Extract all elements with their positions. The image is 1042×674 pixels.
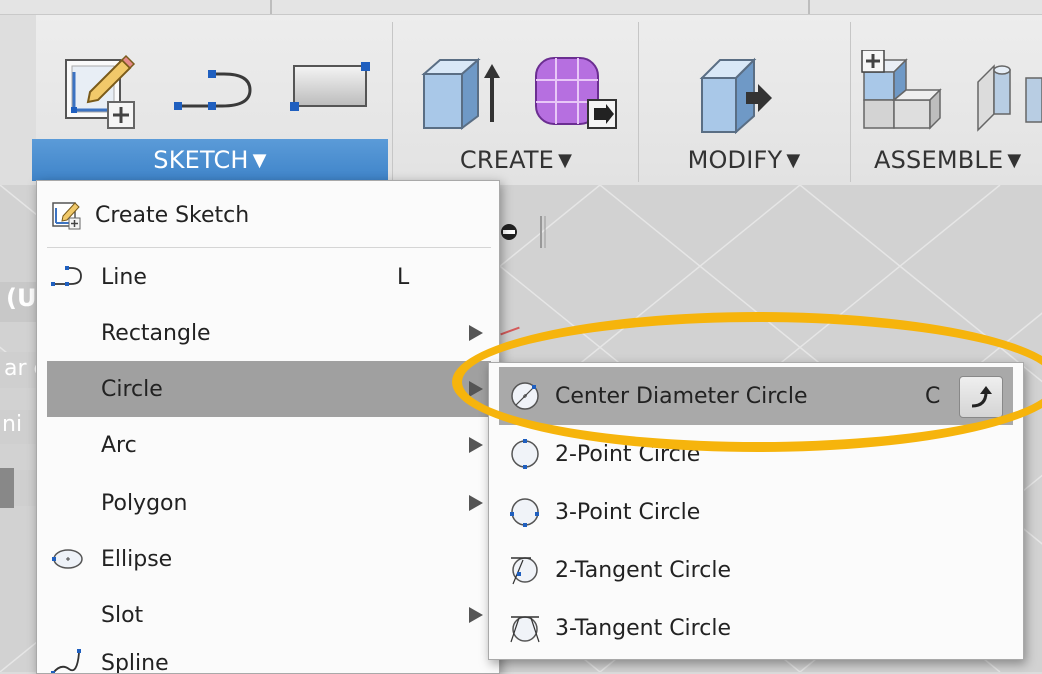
shortcut-key: L: [397, 264, 410, 290]
sketch-label: SKETCH: [153, 146, 249, 174]
submenu-arrow-icon: [469, 607, 483, 623]
menu-item-rectangle[interactable]: Rectangle: [47, 305, 491, 361]
create-menu-button[interactable]: CREATE ▼: [398, 139, 634, 181]
submenu-item-label: Center Diameter Circle: [555, 383, 808, 409]
menu-divider: [47, 247, 491, 248]
center-diameter-circle-icon: [509, 380, 541, 412]
circle-submenu: Center Diameter Circle C 2-Point Circle: [488, 362, 1024, 660]
submenu-arrow-icon: [469, 325, 483, 341]
submenu-item-label: 3-Tangent Circle: [555, 615, 731, 641]
repeat-arrow-icon: [971, 386, 992, 408]
rectangle-icon[interactable]: [288, 58, 374, 118]
new-component-icon[interactable]: [860, 49, 946, 138]
submenu-arrow-icon: [469, 437, 483, 453]
modify-label: MODIFY: [687, 146, 783, 174]
browser-row-marker: [0, 468, 14, 508]
origin-label: ni: [2, 412, 23, 437]
modify-menu-button[interactable]: MODIFY ▼: [644, 139, 844, 181]
extrude-icon[interactable]: [418, 52, 504, 136]
menu-item-line[interactable]: Line L: [47, 249, 491, 305]
dropdown-arrow-icon: ▼: [252, 149, 267, 171]
menu-item-create-sketch[interactable]: Create Sketch: [47, 187, 491, 243]
submenu-arrow-icon: [469, 495, 483, 511]
sketch-menu-button[interactable]: SKETCH ▼: [32, 139, 388, 181]
form-icon[interactable]: [532, 50, 622, 138]
menu-item-ellipse[interactable]: Ellipse: [47, 531, 491, 587]
menu-item-label: Ellipse: [101, 546, 173, 572]
submenu-item-label: 3-Point Circle: [555, 499, 701, 525]
submenu-item-3-point-circle[interactable]: 3-Point Circle: [499, 483, 1013, 541]
dropdown-arrow-icon: ▼: [1007, 149, 1022, 171]
toolbar-divider: [850, 22, 851, 182]
browser-origin-row[interactable]: ni: [0, 410, 36, 444]
menu-item-label: Create Sketch: [95, 202, 250, 228]
menu-item-slot[interactable]: Slot: [47, 587, 491, 643]
press-pull-icon[interactable]: [692, 52, 778, 138]
submenu-item-2-tangent-circle[interactable]: 2-Tangent Circle: [499, 541, 1013, 599]
menu-item-label: Arc: [101, 432, 137, 458]
menu-item-label: Polygon: [101, 490, 188, 516]
menu-item-label: Slot: [101, 602, 144, 628]
toolbar-left-edge: [0, 15, 36, 185]
menu-item-label: Rectangle: [101, 320, 211, 346]
submenu-arrow-icon: [469, 381, 483, 397]
assemble-label: ASSEMBLE: [874, 146, 1004, 174]
top-strip: [0, 0, 1042, 15]
create-sketch-icon: [51, 200, 81, 230]
submenu-item-label: 2-Point Circle: [555, 441, 701, 467]
toolbar-divider: [392, 22, 393, 182]
create-label: CREATE: [459, 146, 555, 174]
ellipse-icon: [51, 544, 83, 574]
menu-item-circle[interactable]: Circle: [47, 361, 491, 417]
three-tangent-circle-icon: [509, 612, 541, 644]
top-strip-divider: [270, 0, 272, 14]
create-sketch-icon[interactable]: [60, 52, 140, 136]
menu-item-polygon[interactable]: Polygon: [47, 475, 491, 531]
menu-item-arc[interactable]: Arc: [47, 417, 491, 473]
submenu-item-center-diameter-circle[interactable]: Center Diameter Circle C: [499, 367, 1013, 425]
browser-pin-button[interactable]: [497, 212, 547, 252]
menu-item-label: Spline: [101, 651, 169, 673]
menu-item-spline[interactable]: Spline: [47, 643, 491, 673]
three-point-circle-icon: [509, 496, 541, 528]
spline-icon: [51, 647, 81, 673]
line-icon[interactable]: [172, 68, 268, 118]
submenu-item-label: 2-Tangent Circle: [555, 557, 731, 583]
top-strip-divider: [808, 0, 810, 14]
dropdown-arrow-icon: ▼: [558, 149, 573, 171]
submenu-item-3-tangent-circle[interactable]: 3-Tangent Circle: [499, 599, 1013, 657]
submenu-item-2-point-circle[interactable]: 2-Point Circle: [499, 425, 1013, 483]
sketch-dropdown-menu: Create Sketch Line L Rectangle Circle Ar…: [36, 180, 500, 674]
menu-item-label: Circle: [101, 376, 163, 402]
toolbar-divider: [638, 22, 639, 182]
two-point-circle-icon: [509, 438, 541, 470]
shortcut-key: C: [925, 383, 941, 409]
repeat-command-button[interactable]: [959, 376, 1003, 418]
line-icon: [51, 262, 82, 292]
dropdown-arrow-icon: ▼: [786, 149, 801, 171]
joint-icon[interactable]: [972, 60, 1042, 140]
assemble-menu-button[interactable]: ASSEMBLE ▼: [858, 139, 1042, 181]
two-tangent-circle-icon: [509, 554, 541, 586]
menu-item-label: Line: [101, 264, 147, 290]
